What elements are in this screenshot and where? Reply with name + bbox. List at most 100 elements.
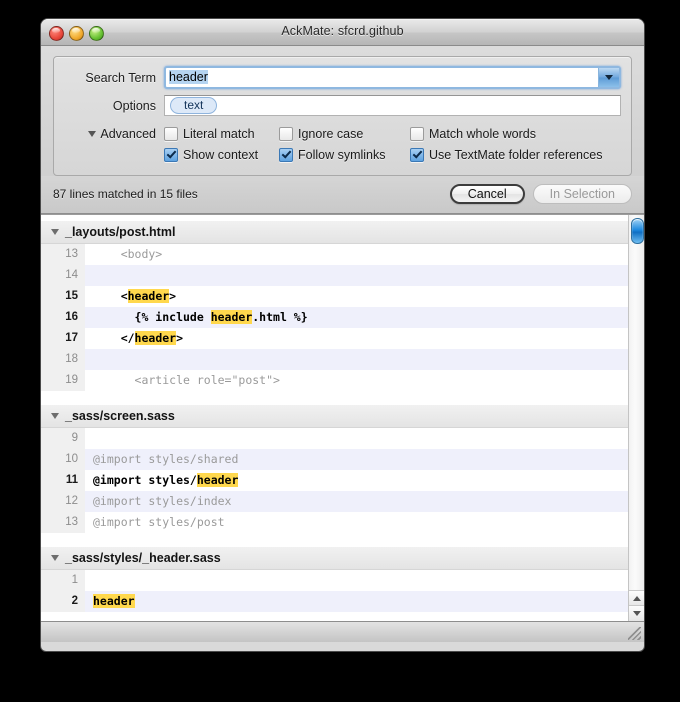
line-number: 9 [41, 428, 85, 449]
checkbox-ignore-case[interactable]: Ignore case [279, 126, 410, 141]
search-input[interactable]: header [166, 68, 598, 87]
line-content: <header> [93, 289, 177, 303]
line-content: {% include header.html %} [93, 310, 308, 324]
file-group-header[interactable]: _layouts/post.html [41, 220, 628, 244]
line-number: 12 [41, 491, 85, 512]
group-spacer [41, 391, 628, 404]
group-spacer [41, 533, 628, 546]
triangle-down-icon[interactable] [51, 555, 59, 561]
line-content: @import styles/index [93, 494, 232, 508]
match-highlight: header [93, 594, 135, 608]
results-area: _layouts/post.html 13 <body> 14 15 <header>… [41, 214, 644, 621]
options-row: Options text [64, 95, 621, 116]
checkbox-show-context[interactable]: Show context [164, 147, 279, 162]
checkbox-literal-match-box[interactable] [164, 126, 178, 141]
file-group: _sass/styles/_header.sass 1 2 header [41, 546, 628, 612]
option-token-text[interactable]: text [170, 97, 218, 114]
options-token-field[interactable]: text [164, 95, 621, 116]
file-group-header[interactable]: _sass/screen.sass [41, 404, 628, 428]
line-number: 16 [41, 307, 85, 328]
result-line-row[interactable]: 19 <article role="post"> [41, 370, 628, 391]
results-scrollbar[interactable] [628, 215, 644, 621]
file-path-label: _sass/screen.sass [65, 409, 175, 423]
line-content: </header> [93, 331, 184, 345]
match-highlight: header [196, 473, 239, 487]
line-number: 13 [41, 512, 85, 533]
checkbox-literal-match[interactable]: Literal match [164, 126, 279, 141]
scrollbar-thumb[interactable] [631, 218, 644, 244]
advanced-label: Advanced [100, 126, 156, 141]
window-title: AckMate: sfcrd.github [281, 24, 404, 38]
checkbox-match-whole-words-label: Match whole words [429, 126, 536, 141]
line-number: 15 [41, 286, 85, 307]
status-bar: 87 lines matched in 15 files Cancel In S… [41, 176, 644, 214]
checkbox-match-whole-words[interactable]: Match whole words [410, 126, 610, 141]
triangle-down-icon [632, 611, 641, 616]
result-line-row[interactable]: 13 <body> [41, 244, 628, 265]
checkbox-match-whole-words-box[interactable] [410, 126, 424, 141]
line-number: 17 [41, 328, 85, 349]
line-content: <article role="post"> [93, 373, 280, 387]
checkbox-show-context-box[interactable] [164, 147, 178, 162]
checkbox-textmate-folder-refs[interactable]: Use TextMate folder references [410, 147, 610, 162]
advanced-row-1: Advanced Literal match Ignore case Match… [64, 123, 621, 144]
result-line-row[interactable]: 13 @import styles/post [41, 512, 628, 533]
file-group: _sass/screen.sass 9 10 @import styles/share… [41, 404, 628, 533]
result-line-row[interactable]: 2 header [41, 591, 628, 612]
match-highlight: header [127, 289, 170, 303]
line-number: 2 [41, 591, 85, 612]
result-line-row[interactable]: 15 <header> [41, 286, 628, 307]
line-number: 18 [41, 349, 85, 370]
result-line-row[interactable]: 14 [41, 265, 628, 286]
resize-grip[interactable] [628, 627, 641, 640]
result-line-row[interactable]: 11 @import styles/header [41, 470, 628, 491]
ackmate-window: AckMate: sfcrd.github Search Term header… [40, 18, 645, 652]
line-number: 14 [41, 265, 85, 286]
file-path-label: _layouts/post.html [65, 225, 176, 239]
search-history-dropdown-button[interactable] [598, 68, 619, 87]
search-panel: Search Term header Options text Advanced… [41, 46, 644, 176]
result-line-row[interactable]: 16 {% include header.html %} [41, 307, 628, 328]
checkbox-follow-symlinks-label: Follow symlinks [298, 147, 386, 162]
checkbox-literal-match-label: Literal match [183, 126, 255, 141]
result-line-row[interactable]: 1 [41, 570, 628, 591]
match-count-status: 87 lines matched in 15 files [53, 187, 198, 201]
checkbox-follow-symlinks[interactable]: Follow symlinks [279, 147, 410, 162]
window-bottom-bar [41, 621, 644, 642]
checkbox-ignore-case-box[interactable] [279, 126, 293, 141]
chevron-down-icon [605, 75, 613, 80]
in-selection-button: In Selection [532, 184, 632, 204]
search-fields-group: Search Term header Options text Advanced… [53, 56, 632, 176]
triangle-down-icon[interactable] [51, 229, 59, 235]
result-line-row[interactable]: 18 [41, 349, 628, 370]
advanced-options: Advanced Literal match Ignore case Match… [64, 123, 621, 165]
line-number: 13 [41, 244, 85, 265]
advanced-row-2: Show context Follow symlinks Use TextMat… [64, 144, 621, 165]
line-content: @import styles/header [93, 473, 239, 487]
search-term-row: Search Term header [64, 66, 621, 89]
line-content: @import styles/post [93, 515, 225, 529]
result-line-row[interactable]: 17 </header> [41, 328, 628, 349]
results-list[interactable]: _layouts/post.html 13 <body> 14 15 <header>… [41, 215, 628, 621]
scrollbar-up-button[interactable] [629, 590, 644, 606]
advanced-disclosure[interactable]: Advanced [64, 127, 164, 141]
options-label: Options [112, 98, 156, 113]
result-line-row[interactable]: 12 @import styles/index [41, 491, 628, 512]
result-line-row[interactable]: 10 @import styles/shared [41, 449, 628, 470]
checkbox-follow-symlinks-box[interactable] [279, 147, 293, 162]
search-term-combobox[interactable]: header [164, 66, 621, 89]
line-content: @import styles/shared [93, 452, 239, 466]
line-content: <body> [93, 247, 163, 261]
cancel-button[interactable]: Cancel [449, 184, 525, 204]
file-group-header[interactable]: _sass/styles/_header.sass [41, 546, 628, 570]
window-titlebar[interactable]: AckMate: sfcrd.github [41, 19, 644, 46]
line-number: 11 [41, 470, 85, 491]
line-number: 19 [41, 370, 85, 391]
search-term-label: Search Term [85, 70, 156, 85]
scrollbar-down-button[interactable] [629, 605, 644, 621]
checkbox-textmate-folder-refs-box[interactable] [410, 147, 424, 162]
triangle-down-icon[interactable] [51, 413, 59, 419]
result-line-row[interactable]: 9 [41, 428, 628, 449]
line-number: 10 [41, 449, 85, 470]
file-path-label: _sass/styles/_header.sass [65, 551, 221, 565]
